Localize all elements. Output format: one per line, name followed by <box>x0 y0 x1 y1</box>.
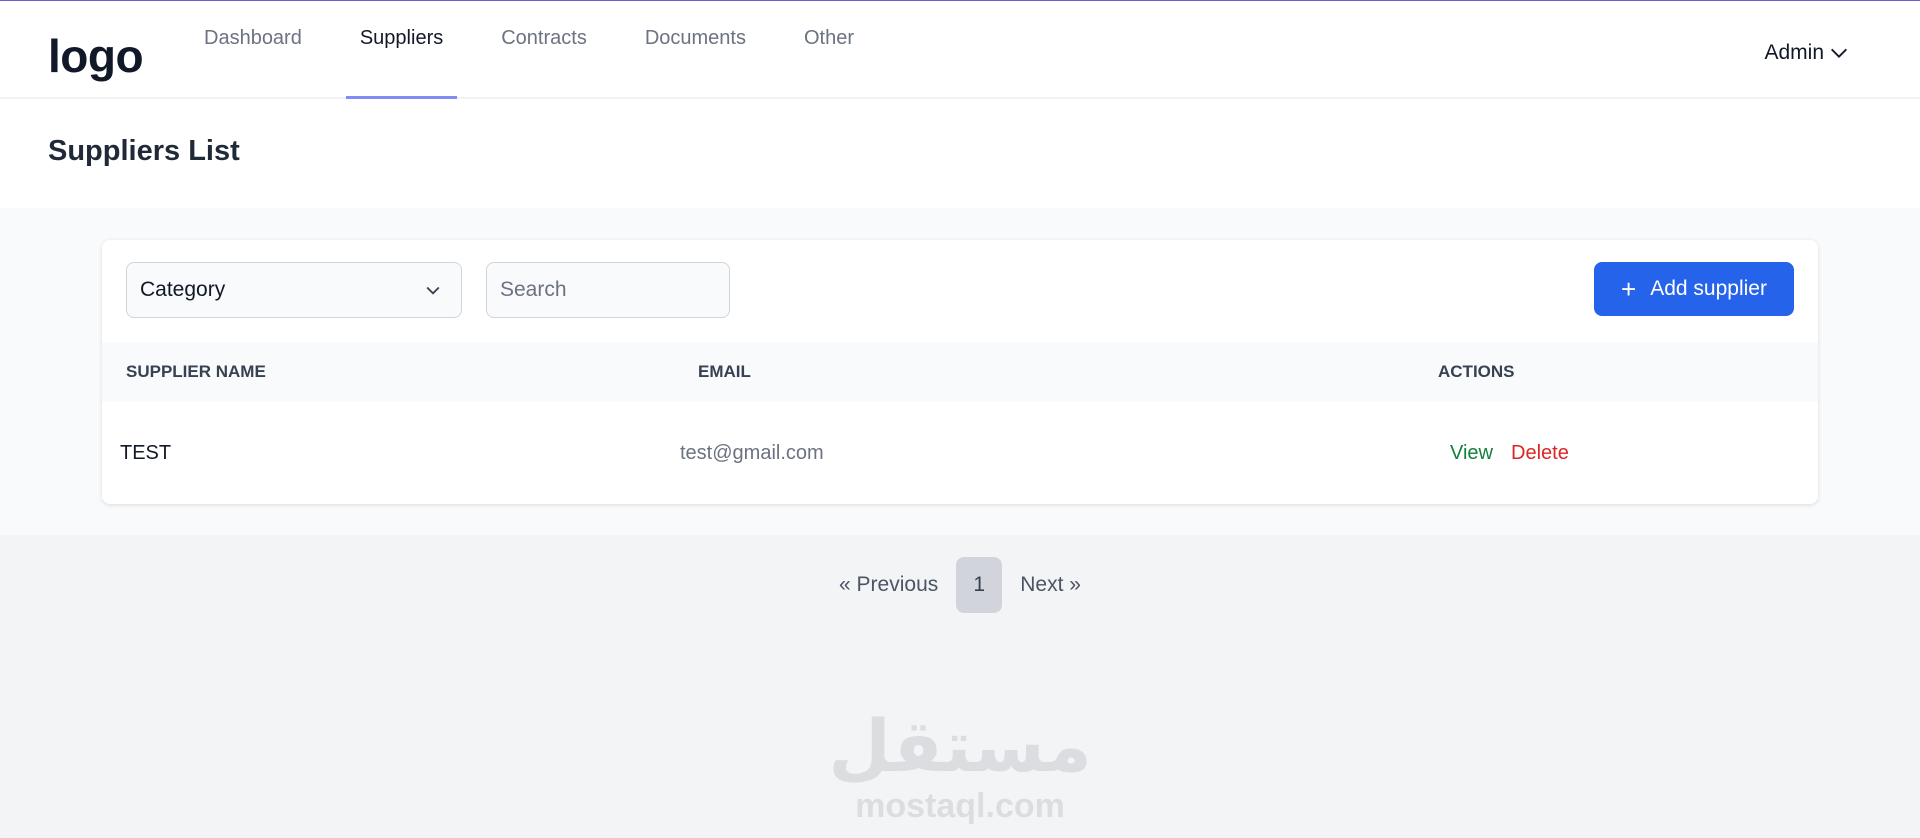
user-menu-label: Admin <box>1764 41 1824 64</box>
chevron-down-icon <box>1831 48 1847 58</box>
actions-cell: View Delete <box>1450 442 1569 465</box>
user-menu[interactable]: Admin <box>1764 41 1850 65</box>
suppliers-card: Category + Add supplier SUPPLIER NAME EM… <box>102 240 1818 504</box>
main-nav: Dashboard Suppliers Contracts Documents … <box>190 1 898 99</box>
table-row: TEST test@gmail.com View Delete <box>102 402 1818 504</box>
nav-item-other[interactable]: Other <box>790 0 868 87</box>
category-select-value: Category <box>140 278 226 301</box>
top-navbar: logo Dashboard Suppliers Contracts Docum… <box>0 0 1920 99</box>
nav-item-documents[interactable]: Documents <box>631 0 760 87</box>
logo[interactable]: logo <box>48 29 144 84</box>
view-link[interactable]: View <box>1450 442 1493 465</box>
nav-item-dashboard[interactable]: Dashboard <box>190 0 316 87</box>
category-select[interactable]: Category <box>126 262 462 318</box>
watermark-latin: mostaql.com <box>855 787 1065 825</box>
delete-link[interactable]: Delete <box>1511 442 1569 465</box>
add-supplier-label: Add supplier <box>1650 277 1767 300</box>
nav-item-contracts[interactable]: Contracts <box>487 0 601 87</box>
plus-icon: + <box>1621 274 1637 304</box>
supplier-name-cell: TEST <box>120 442 172 464</box>
current-page-indicator[interactable]: 1 <box>956 557 1003 613</box>
add-supplier-button[interactable]: + Add supplier <box>1594 262 1794 316</box>
pagination: « Previous 1 Next » <box>0 557 1920 613</box>
previous-page-link[interactable]: « Previous <box>839 573 938 597</box>
column-header-actions: ACTIONS <box>1438 362 1515 381</box>
search-input[interactable] <box>486 262 730 318</box>
page-header: Suppliers List <box>0 99 1920 208</box>
column-header-supplier-name: SUPPLIER NAME <box>126 362 266 381</box>
next-page-link[interactable]: Next » <box>1020 573 1081 597</box>
nav-item-suppliers[interactable]: Suppliers <box>345 0 458 99</box>
watermark-arabic: مستقل <box>828 704 1092 788</box>
chevron-down-icon <box>426 286 440 295</box>
page-title: Suppliers List <box>48 135 240 167</box>
table-header: SUPPLIER NAME EMAIL ACTIONS <box>102 342 1818 402</box>
content-area: Category + Add supplier SUPPLIER NAME EM… <box>0 208 1920 535</box>
column-header-email: EMAIL <box>698 362 751 381</box>
watermark: مستقل mostaql.com <box>0 710 1920 827</box>
supplier-email-cell: test@gmail.com <box>680 442 824 464</box>
